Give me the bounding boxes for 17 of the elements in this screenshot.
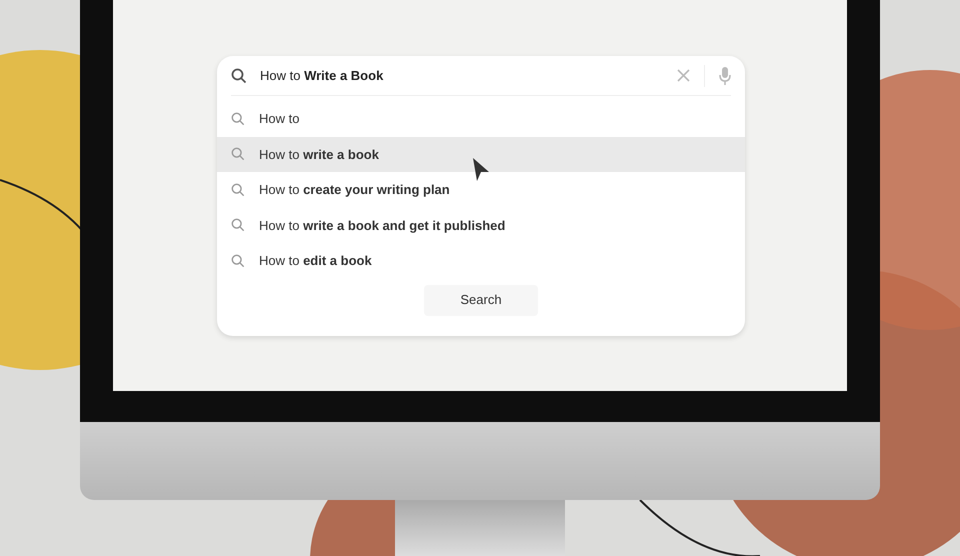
microphone-icon[interactable] <box>719 66 731 84</box>
search-icon <box>231 254 245 268</box>
search-field[interactable]: How to Write a Book <box>217 56 745 95</box>
search-query: How to Write a Book <box>260 66 384 85</box>
search-icon <box>231 112 245 126</box>
close-icon[interactable] <box>677 69 690 82</box>
search-button[interactable]: Search <box>424 284 538 316</box>
search-icon <box>231 182 245 197</box>
pointer-cursor-icon <box>471 157 491 183</box>
suggestion-item[interactable]: How to create your writing plan <box>217 172 745 208</box>
search-icon <box>231 218 245 232</box>
suggestion-item[interactable]: How to edit a book <box>217 243 745 278</box>
suggestion-item[interactable]: How to write a book <box>217 136 745 172</box>
search-icon <box>231 147 245 162</box>
search-icon <box>231 68 247 84</box>
suggestion-item[interactable]: How to <box>217 101 745 136</box>
suggestion-item[interactable]: How to write a book and get it published <box>217 208 745 243</box>
